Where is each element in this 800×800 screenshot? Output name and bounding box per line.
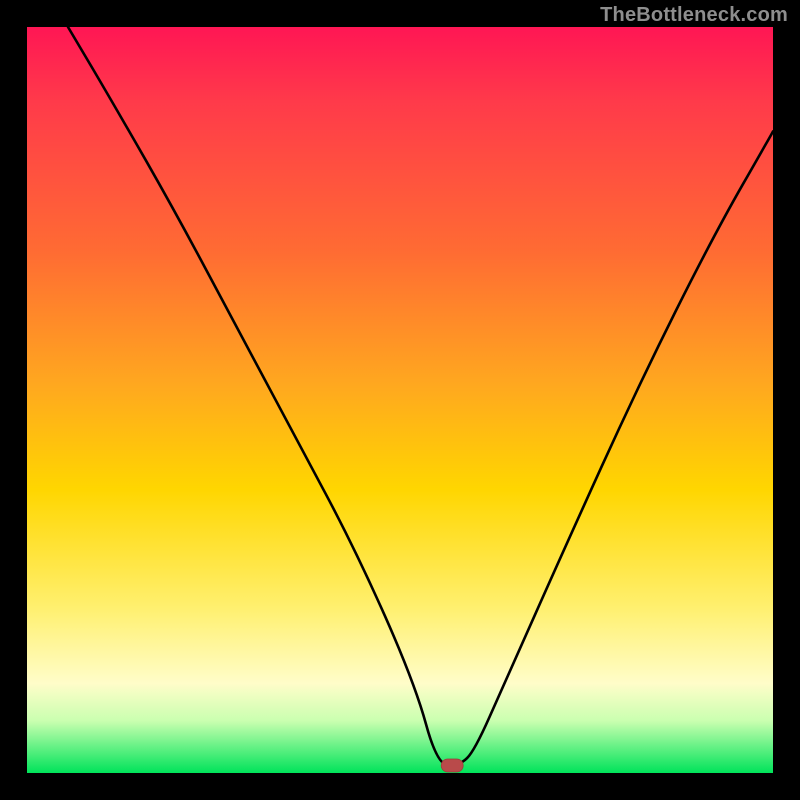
plot-area bbox=[27, 27, 773, 773]
watermark-text: TheBottleneck.com bbox=[600, 4, 788, 27]
chart-svg bbox=[27, 27, 773, 773]
optimal-point-marker bbox=[441, 759, 463, 772]
bottleneck-curve bbox=[68, 27, 773, 766]
chart-frame: TheBottleneck.com bbox=[0, 0, 800, 800]
